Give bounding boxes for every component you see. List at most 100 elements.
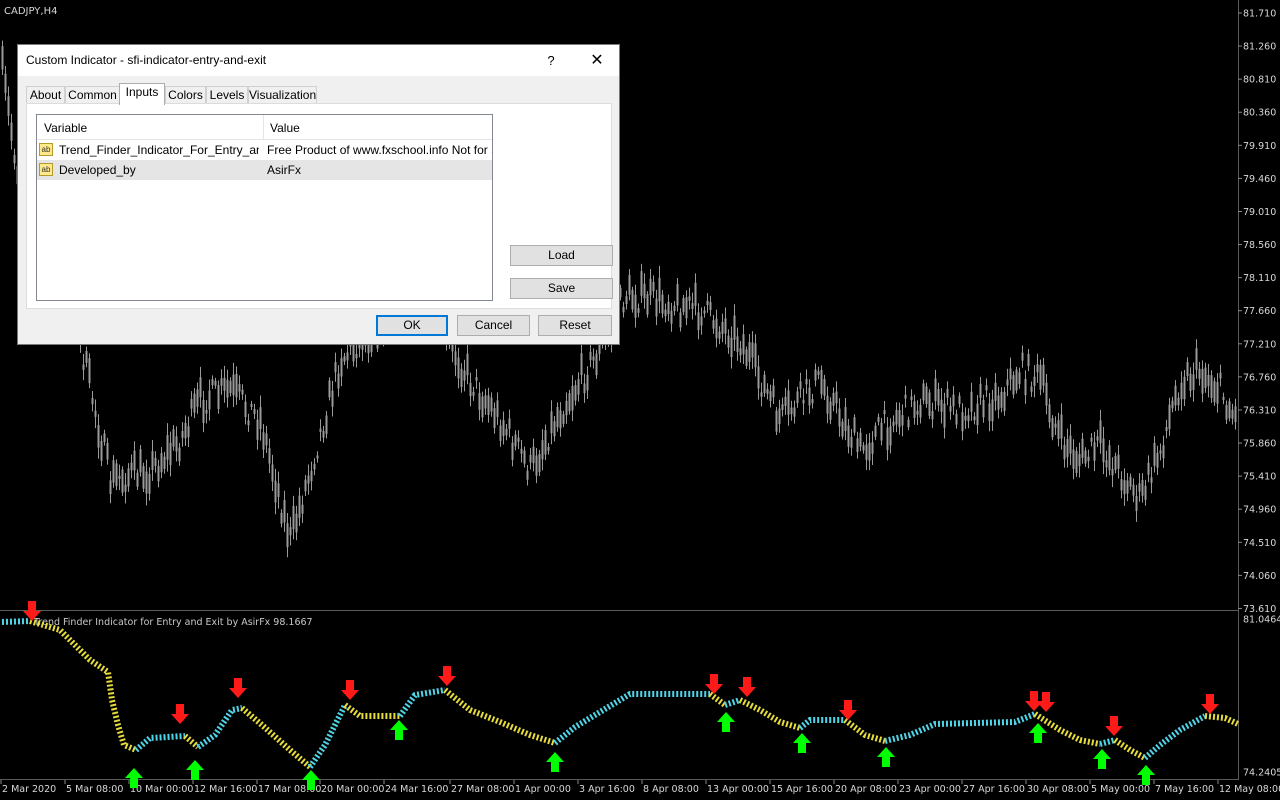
load-button[interactable]: Load	[510, 245, 613, 266]
candle-body	[625, 296, 628, 305]
candle-body	[1099, 420, 1102, 444]
help-button[interactable]: ?	[528, 45, 574, 76]
candle-body	[7, 96, 10, 116]
candle-body	[478, 392, 481, 410]
inputs-panel: Variable Value ab Trend_Finder_Indicator…	[26, 103, 613, 309]
candle-body	[1234, 406, 1237, 423]
candle-body	[811, 399, 814, 404]
dialog-titlebar[interactable]: Custom Indicator - sfi-indicator-entry-a…	[18, 45, 619, 76]
candle-body	[1156, 452, 1159, 468]
candle-body	[91, 398, 94, 405]
candle-body	[1177, 397, 1180, 406]
date-tick-label: 24 Mar 16:00	[385, 784, 448, 795]
close-icon[interactable]: ✕	[574, 45, 620, 76]
candle-body	[622, 306, 625, 313]
candle-body	[844, 406, 847, 432]
candle-body	[802, 399, 805, 404]
candle-body	[547, 446, 550, 451]
candle-body	[343, 356, 346, 362]
candle-body	[700, 316, 703, 326]
variable-value[interactable]: Free Product of www.fxschool.info Not fo…	[267, 143, 492, 157]
candle-body	[163, 456, 166, 469]
candle-body	[292, 506, 295, 530]
price-tick-label: 74.060	[1243, 571, 1276, 582]
candle-body	[1051, 418, 1054, 438]
tab-common[interactable]: Common	[65, 86, 120, 104]
reset-button[interactable]: Reset	[538, 315, 612, 336]
candle-body	[892, 421, 895, 427]
candle-body	[262, 432, 265, 450]
candle-body	[1225, 404, 1228, 420]
date-tick-label: 8 Apr 08:00	[643, 784, 699, 795]
date-tick-label: 15 Apr 16:00	[771, 784, 833, 795]
candle-body	[862, 445, 865, 451]
candle-body	[223, 377, 226, 391]
candle-body	[1003, 391, 1006, 411]
candle-body	[718, 331, 721, 339]
date-tick-label: 5 May 00:00	[1091, 784, 1150, 795]
candle-body	[1039, 364, 1042, 390]
inputs-table[interactable]: Variable Value ab Trend_Finder_Indicator…	[36, 114, 493, 301]
candle-body	[592, 356, 595, 361]
candle-body	[880, 422, 883, 441]
table-row[interactable]: ab Developed_by AsirFx	[37, 160, 492, 180]
candle-body	[760, 392, 763, 397]
candle-body	[826, 395, 829, 414]
candle-body	[1120, 479, 1123, 491]
tab-levels[interactable]: Levels	[206, 86, 248, 104]
cancel-button[interactable]: Cancel	[457, 315, 530, 336]
table-row[interactable]: ab Trend_Finder_Indicator_For_Entry_and_…	[37, 140, 492, 160]
candle-body	[178, 447, 181, 462]
candle-body	[1210, 375, 1213, 398]
candle-body	[118, 475, 121, 479]
candle-body	[340, 358, 343, 377]
candle-body	[331, 390, 334, 407]
candle-body	[256, 419, 259, 440]
candle-body	[160, 453, 163, 473]
tab-about[interactable]: About	[26, 86, 65, 104]
candle-body	[154, 457, 157, 467]
candle-body	[139, 449, 142, 473]
candle-body	[763, 374, 766, 394]
indicator-tick-label: 81.0464	[1243, 615, 1280, 626]
candle-body	[1084, 450, 1087, 464]
variable-value[interactable]: AsirFx	[267, 163, 492, 177]
variable-name: Trend_Finder_Indicator_For_Entry_and_...	[59, 143, 259, 157]
price-tick-label: 80.360	[1243, 108, 1276, 119]
candle-body	[712, 320, 715, 329]
candle-body	[1126, 480, 1129, 494]
ok-button[interactable]: OK	[376, 315, 448, 336]
candle-body	[1159, 450, 1162, 454]
candle-body	[1183, 376, 1186, 400]
candle-body	[808, 387, 811, 406]
candle-body	[1147, 462, 1150, 475]
candle-body	[169, 442, 172, 466]
column-divider[interactable]	[263, 115, 264, 139]
candle-body	[865, 444, 868, 460]
tab-colors[interactable]: Colors	[165, 86, 206, 104]
candle-body	[142, 466, 145, 489]
column-header-value[interactable]: Value	[270, 121, 300, 135]
candle-body	[112, 460, 115, 483]
candle-body	[175, 436, 178, 452]
candle-body	[484, 395, 487, 409]
save-button[interactable]: Save	[510, 278, 613, 299]
candle-body	[940, 399, 943, 412]
candle-body	[682, 298, 685, 313]
column-header-variable[interactable]: Variable	[44, 121, 87, 135]
candle-body	[511, 442, 514, 460]
tab-visualization[interactable]: Visualization	[248, 86, 317, 104]
candle-body	[505, 428, 508, 436]
candle-body	[781, 404, 784, 410]
candle-body	[739, 348, 742, 356]
candle-body	[241, 389, 244, 395]
table-header: Variable Value	[37, 115, 492, 140]
candle-body	[901, 415, 904, 426]
candle-body	[793, 407, 796, 417]
candle-body	[247, 420, 250, 426]
tab-inputs[interactable]: Inputs	[119, 83, 165, 105]
candle-body	[643, 283, 646, 299]
candle-body	[775, 410, 778, 432]
candle-body	[889, 426, 892, 446]
candle-body	[1132, 484, 1135, 496]
